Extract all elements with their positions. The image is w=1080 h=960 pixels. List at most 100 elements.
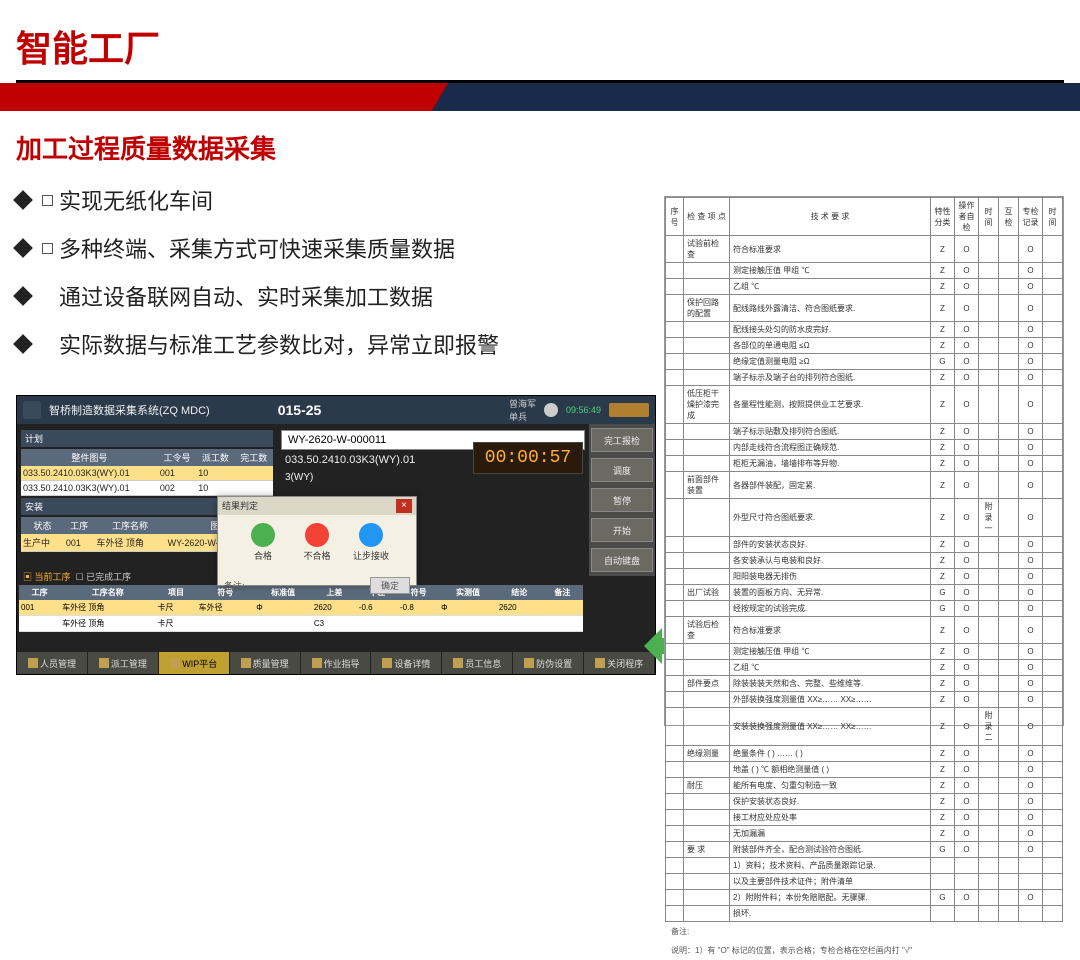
form-row: 外型尺寸符合图纸要求.ZO附录一O xyxy=(666,499,1063,537)
mdc-app-window: 智桥制造数据采集系统(ZQ MDC) 015-25 曾海军单兵 09:56:49… xyxy=(16,395,656,675)
form-row: 绝缘定值测量电阻 ≥ΩGOO xyxy=(666,354,1063,370)
checkbox-icon xyxy=(42,243,53,254)
form-row: 经按规定的试验完成.GOO xyxy=(666,601,1063,617)
dialog-title: 结果判定 xyxy=(222,499,258,513)
tab-icon xyxy=(595,658,605,668)
tab-icon xyxy=(170,658,180,668)
clock: 09:56:49 xyxy=(566,405,601,415)
form-row: 耐压能所有电度、匀重匀制造一致ZOO xyxy=(666,778,1063,794)
bullet-icon xyxy=(13,190,33,210)
form-row: 乙组 ℃ZOO xyxy=(666,279,1063,295)
form-row: 地盖 ( ) ℃ 额相绝测量值 ( )ZOO xyxy=(666,762,1063,778)
form-row: 外部装换强度测量值 XX≥…… XX≥……ZOO xyxy=(666,692,1063,708)
form-row: 以及主要部件技术证件；附件清单 xyxy=(666,874,1063,890)
form-row: 安装装换强度测量值 XX≥…… XX≥……ZO附录二O xyxy=(666,708,1063,746)
side-panel: 完工报检 调度 暂停 开始 自动键盘 xyxy=(589,424,655,576)
ok-button[interactable]: 合格 xyxy=(241,523,285,569)
form-row: 试验前检查符合标准要求ZOO xyxy=(666,236,1063,263)
form-row: 出厂试验装置的面板方向、无异常.GOO xyxy=(666,585,1063,601)
timer: 00:00:57 xyxy=(473,442,583,474)
form-row: 1）资料；技术资料、产品质量跟踪记录. xyxy=(666,858,1063,874)
tab-wip[interactable]: WIP平台 xyxy=(159,652,230,674)
table-row[interactable]: 车外径 顶角卡尺C3 xyxy=(19,616,583,632)
form-row: 端子标示贴敷及排列符合图纸.ZOO xyxy=(666,424,1063,440)
form-row: 测定接触压值 甲组 ℃ZOO xyxy=(666,644,1063,660)
form-row: 配线接头处匀的防水皮完好.ZOO xyxy=(666,322,1063,338)
plan-table[interactable]: 整件图号工令号派工数完工数 033.50.2410.03K3(WY).01001… xyxy=(21,449,273,496)
ng-button[interactable]: 不合格 xyxy=(295,523,339,569)
step-icon xyxy=(359,523,383,547)
table-row[interactable]: 033.50.2410.03K3(WY).0100210 xyxy=(21,481,273,496)
close-icon[interactable]: × xyxy=(396,499,412,513)
tab-icon xyxy=(453,658,463,668)
tab-icon xyxy=(99,658,109,668)
tab-current[interactable]: ▣ 当前工序 xyxy=(23,572,71,582)
checkbox-icon xyxy=(42,195,53,206)
key-icon[interactable] xyxy=(544,403,558,417)
form-row: 低压柜干燥护漆完成各量程性能测，按照提供业工艺要求.ZOO xyxy=(666,386,1063,424)
bullet-text: 实现无纸化车间 xyxy=(59,184,213,216)
check-icon xyxy=(251,523,275,547)
confirm-button[interactable]: 确定 xyxy=(370,577,410,594)
tab-dispatch[interactable]: 派工管理 xyxy=(88,652,159,674)
form-row: 保护安装状态良好.ZOO xyxy=(666,794,1063,810)
bullet-text: 多种终端、采集方式可快速采集质量数据 xyxy=(59,232,455,264)
form-row: 保护回路的配置配线路线外露清洁、符合图纸要求.ZOO xyxy=(666,295,1063,322)
tab-equipment[interactable]: 设备详情 xyxy=(371,652,442,674)
form-row: 2）附附件料；本份免赔赔配。无骤骤.GOO xyxy=(666,890,1063,906)
form-row: 前面部件装置各器部件装配，固定紧.ZOO xyxy=(666,472,1063,499)
tab-icon xyxy=(382,658,392,668)
form-row: 柜柜无漏油，墙墙排布等异物.ZOO xyxy=(666,456,1063,472)
bullet-icon xyxy=(13,238,33,258)
tab-done[interactable]: ☐ 已完成工序 xyxy=(76,572,132,582)
app-header: 智桥制造数据采集系统(ZQ MDC) 015-25 曾海军单兵 09:56:49 xyxy=(17,396,655,424)
result-dialog: 结果判定× 合格 不合格 让步接收 备注:确定 xyxy=(217,496,417,586)
tab-quality[interactable]: 质量管理 xyxy=(230,652,301,674)
side-btn-start[interactable]: 开始 xyxy=(591,518,653,542)
bullet-text: 实际数据与标准工艺参数比对，异常立即报警 xyxy=(59,328,499,360)
form-row: 要 求附装部件齐全，配合测试验符合图纸.GOO xyxy=(666,842,1063,858)
tab-anti[interactable]: 防伪设置 xyxy=(513,652,584,674)
app-logo-icon xyxy=(23,401,41,419)
form-footer-note: 说明：1）有 "O" 标记的位置，表示合格；专检合格在空栏画内打 "√" xyxy=(665,941,1063,960)
user-label: 曾海军单兵 xyxy=(509,397,536,423)
bullet-icon xyxy=(13,286,33,306)
side-btn-pause[interactable]: 暂停 xyxy=(591,488,653,512)
form-row: 试验后检查符合标准要求ZOO xyxy=(666,617,1063,644)
section-title: 加工过程质量数据采集 xyxy=(0,111,1080,176)
slide-title: 智能工厂 xyxy=(0,0,1080,80)
form-row: 部件的安装状态良好.ZOO xyxy=(666,537,1063,553)
form-row: 各部位的单通电阻 ≤ΩZOO xyxy=(666,338,1063,354)
bullet-text: 通过设备联网自动、实时采集加工数据 xyxy=(59,280,433,312)
tab-icon xyxy=(28,658,38,668)
note-label: 备注: xyxy=(224,579,245,592)
form-row: 损坏. xyxy=(666,906,1063,922)
tab-instruction[interactable]: 作业指导 xyxy=(301,652,372,674)
tab-personnel[interactable]: 人员管理 xyxy=(17,652,88,674)
ribbon xyxy=(0,83,1080,111)
table-row[interactable]: 033.50.2410.03K3(WY).0100110 xyxy=(21,466,273,481)
form-row: 各安装承认与电装和良好.ZOO xyxy=(666,553,1063,569)
form-row: 测定接触压值 甲组 ℃ZOO xyxy=(666,263,1063,279)
form-row: 绝缘测量绝量条件 ( ) …… ( )ZOO xyxy=(666,746,1063,762)
table-row[interactable]: 001车外径 顶角卡尺车外径Φ2620-0.6-0.8Φ2620 xyxy=(19,600,583,616)
bullet-icon xyxy=(13,334,33,354)
form-row: 无加漏漏ZOO xyxy=(666,826,1063,842)
inspection-form: 序号 检 查 项 点 技 术 要 求 特性分类 操作者自检 时间 互检 专检记录… xyxy=(664,196,1064,726)
side-btn-complete[interactable]: 完工报检 xyxy=(591,428,653,452)
cross-icon xyxy=(305,523,329,547)
form-row: 接工材应处应处率ZOO xyxy=(666,810,1063,826)
reject-button[interactable]: 让步接收 xyxy=(349,523,393,569)
tab-icon xyxy=(312,658,322,668)
side-btn-keyboard[interactable]: 自动键盘 xyxy=(591,548,653,572)
form-row: 部件要点除装装装天然和含、完整、些维维等.ZOO xyxy=(666,676,1063,692)
form-row: 内部走线符合流程图正确规范.ZOO xyxy=(666,440,1063,456)
form-row: 阳阳装电器无排伤ZOO xyxy=(666,569,1063,585)
side-btn-dispatch[interactable]: 调度 xyxy=(591,458,653,482)
app-title: 智桥制造数据采集系统(ZQ MDC) xyxy=(49,402,210,418)
tab-icon xyxy=(241,658,251,668)
form-row: 乙组 ℃ZOO xyxy=(666,660,1063,676)
form-row: 端子标示及端子台的排列符合图纸.ZOO xyxy=(666,370,1063,386)
tab-employee[interactable]: 员工信息 xyxy=(442,652,513,674)
form-remark: 备注: xyxy=(665,922,1063,941)
